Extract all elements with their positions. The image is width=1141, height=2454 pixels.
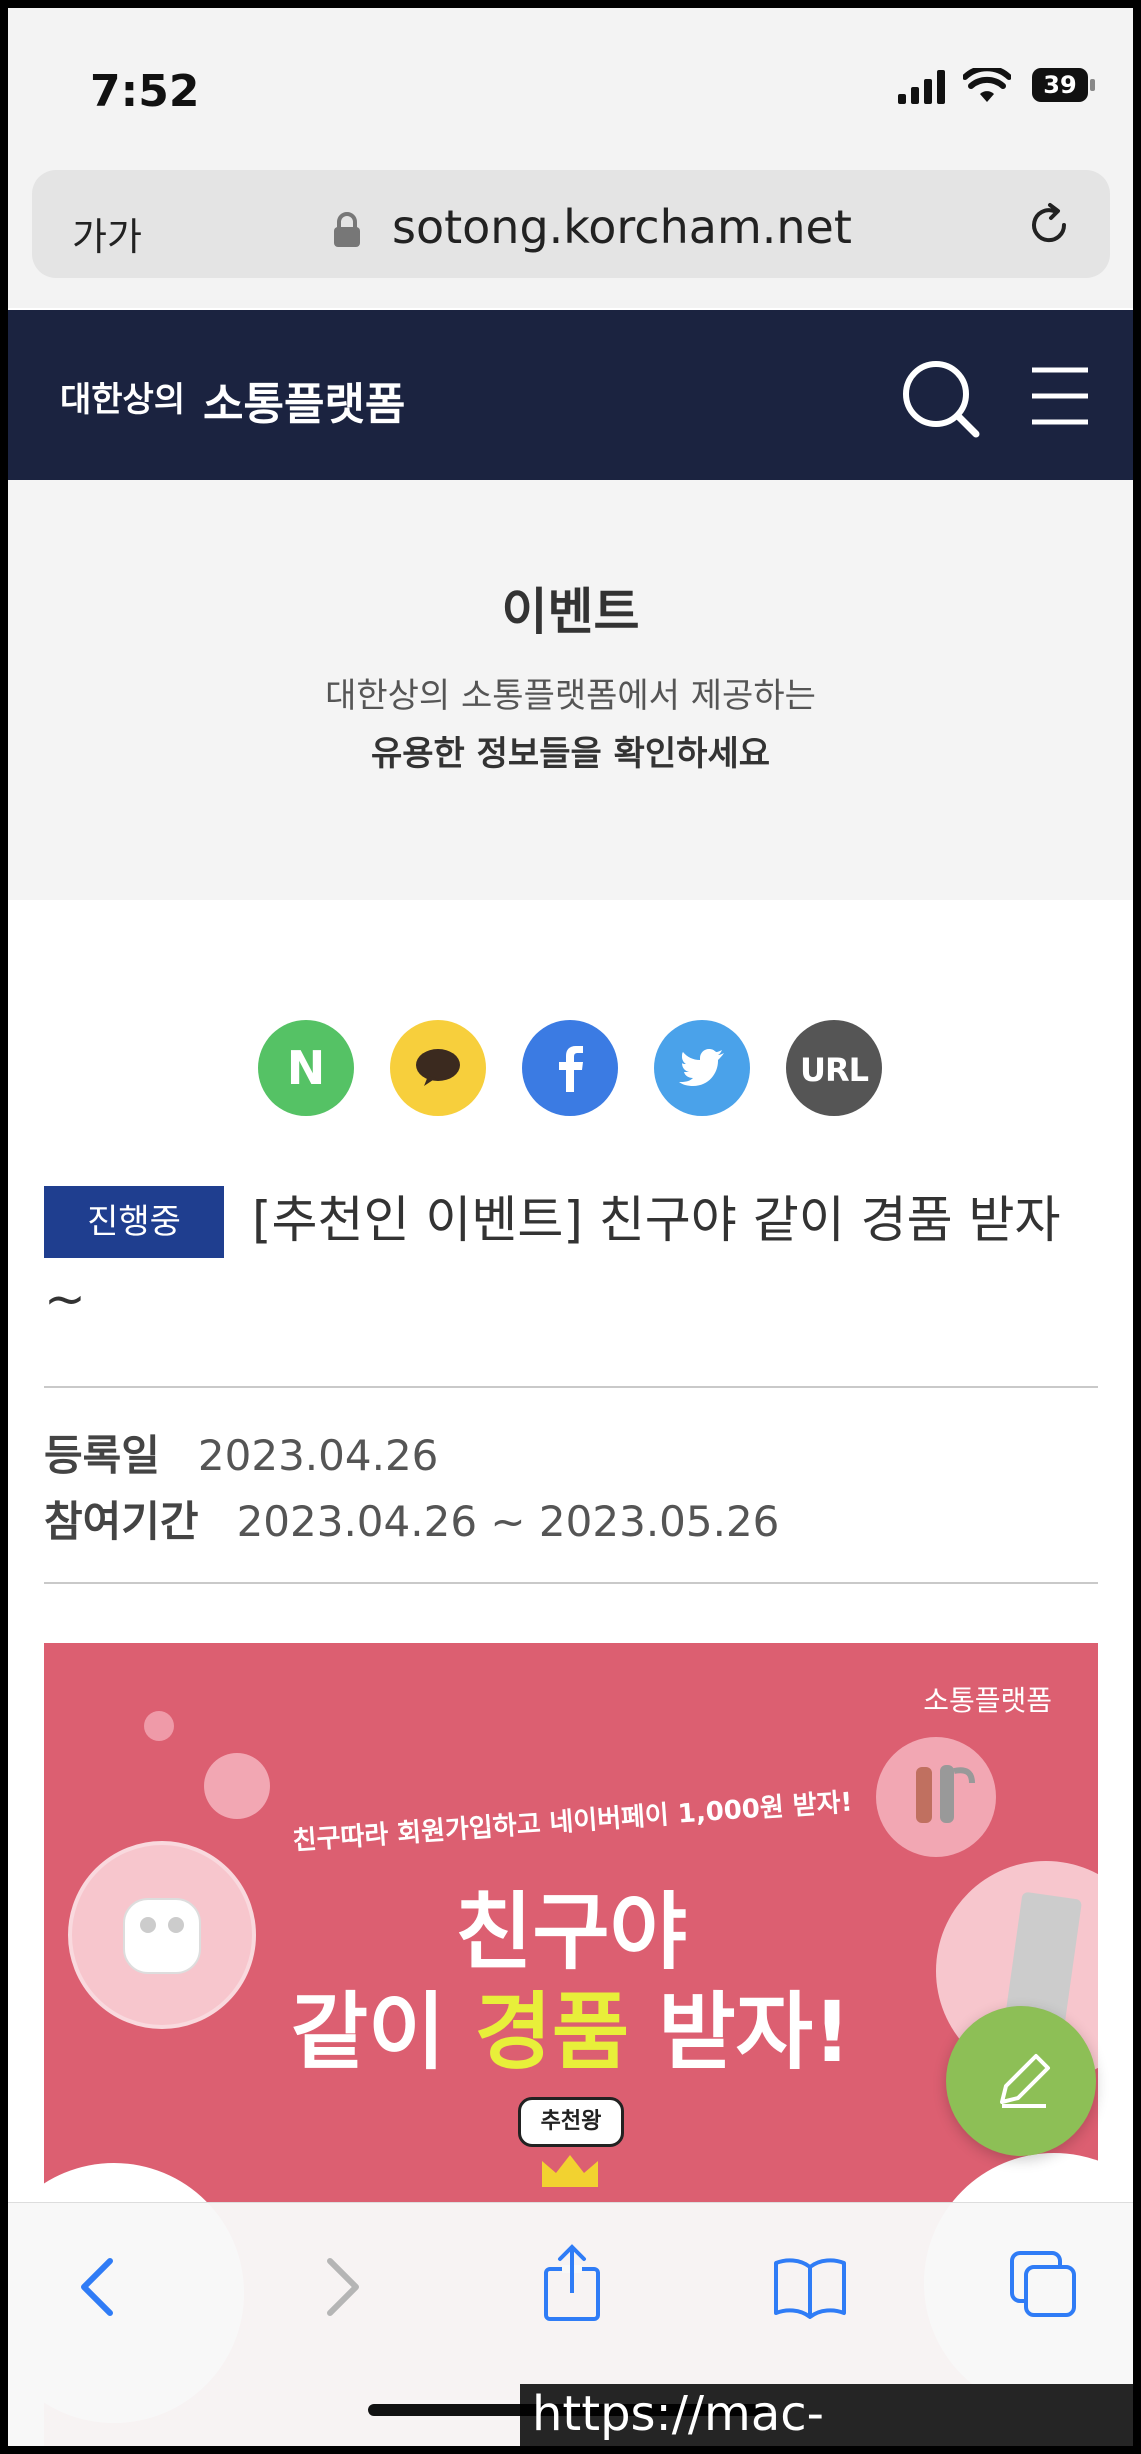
- reg-date-label: 등록일: [44, 1431, 160, 1480]
- twitter-share-button[interactable]: [654, 1020, 750, 1116]
- url-text[interactable]: sotong.korcham.net: [392, 200, 852, 254]
- banner-title-highlight: 경품: [474, 1983, 630, 2081]
- battery-icon: 39: [1032, 68, 1096, 104]
- period-label: 참여기간: [44, 1497, 199, 1546]
- divider: [44, 1582, 1098, 1584]
- decor-bubble: [204, 1753, 270, 1819]
- kakaotalk-share-button[interactable]: [390, 1020, 486, 1116]
- reg-date-value: 2023.04.26: [197, 1431, 439, 1480]
- divider: [44, 1386, 1098, 1388]
- page-title: 이벤트: [501, 583, 640, 641]
- facebook-share-button[interactable]: [522, 1020, 618, 1116]
- status-badge: 진행중: [44, 1186, 224, 1258]
- banner-subtitle: 친구따라 회원가입하고 네이버페이 1,000원 받자!: [291, 1787, 854, 1857]
- page-intro: 이벤트 대한상의 소통플랫폼에서 제공하는 유용한 정보들을 확인하세요: [8, 480, 1133, 900]
- registration-date-row: 등록일 2023.04.26: [44, 1422, 438, 1483]
- lock-icon: [334, 212, 360, 247]
- tabs-icon[interactable]: [1008, 2249, 1078, 2319]
- url-link-icon: URL: [799, 1051, 869, 1089]
- cellular-signal-icon: [898, 70, 945, 104]
- facebook-icon: [559, 1046, 583, 1092]
- write-fab-button[interactable]: [946, 2006, 1096, 2156]
- decor-bubble: [144, 1711, 174, 1741]
- pencil-icon: [1000, 2054, 1050, 2108]
- intro-line-2: 유용한 정보들을 확인하세요: [370, 734, 771, 774]
- site-header: 대한상의 소통플랫폼: [8, 310, 1133, 480]
- search-icon[interactable]: [900, 358, 984, 442]
- naver-icon: N: [286, 1041, 326, 1095]
- reload-icon[interactable]: [1026, 202, 1072, 248]
- hair-dryer-icon: [916, 1765, 975, 1823]
- text-size-button[interactable]: 가가: [72, 206, 142, 261]
- share-icon[interactable]: [540, 2243, 604, 2323]
- logo-main[interactable]: 소통플랫폼: [203, 368, 405, 432]
- copy-url-button[interactable]: URL: [786, 1020, 882, 1116]
- banner-title-part-a: 같이: [290, 1983, 475, 2081]
- participation-period-row: 참여기간 2023.04.26 ~ 2023.05.26: [44, 1488, 779, 1549]
- address-bar[interactable]: 가가 sotong.korcham.net: [32, 170, 1110, 278]
- crown-icon: [542, 2155, 598, 2187]
- hamburger-menu-icon[interactable]: [1028, 364, 1092, 428]
- banner-title-part-b: 받자!: [629, 1983, 852, 2081]
- event-title-tail: ~: [44, 1270, 86, 1328]
- phone-screen: 7:52 39 가가 sotong.korcham.net 대한상의 소통플랫폼…: [8, 8, 1133, 2446]
- banner-tag: 추천왕: [518, 2097, 624, 2147]
- twitter-icon: [679, 1049, 724, 1086]
- intro-line-1: 대한상의 소통플랫폼에서 제공하는: [325, 676, 816, 716]
- naver-share-button[interactable]: N: [258, 1020, 354, 1116]
- battery-level: 39: [1043, 71, 1077, 99]
- period-value: 2023.04.26 ~ 2023.05.26: [236, 1497, 780, 1546]
- banner-title-line-2: 같이 경품 받자!: [44, 1965, 1098, 2086]
- logo-prefix[interactable]: 대한상의: [60, 372, 185, 421]
- bookmarks-icon[interactable]: [772, 2255, 848, 2319]
- status-time: 7:52: [90, 66, 200, 117]
- watermark: https://mac-os.tistory.com: [520, 2384, 1133, 2446]
- hair-dryer-image: [876, 1737, 996, 1857]
- back-arrow-icon[interactable]: [74, 2255, 122, 2319]
- wifi-icon: [963, 68, 1011, 102]
- kakaotalk-icon: [416, 1049, 460, 1086]
- forward-arrow-icon[interactable]: [318, 2255, 366, 2319]
- banner-brand: 소통플랫폼: [923, 1684, 1052, 1717]
- event-title: [추천인 이벤트] 친구야 같이 경품 받자: [252, 1191, 1061, 1249]
- share-bar: N URL: [8, 1020, 1133, 1116]
- status-bar: 7:52 39: [8, 8, 1133, 168]
